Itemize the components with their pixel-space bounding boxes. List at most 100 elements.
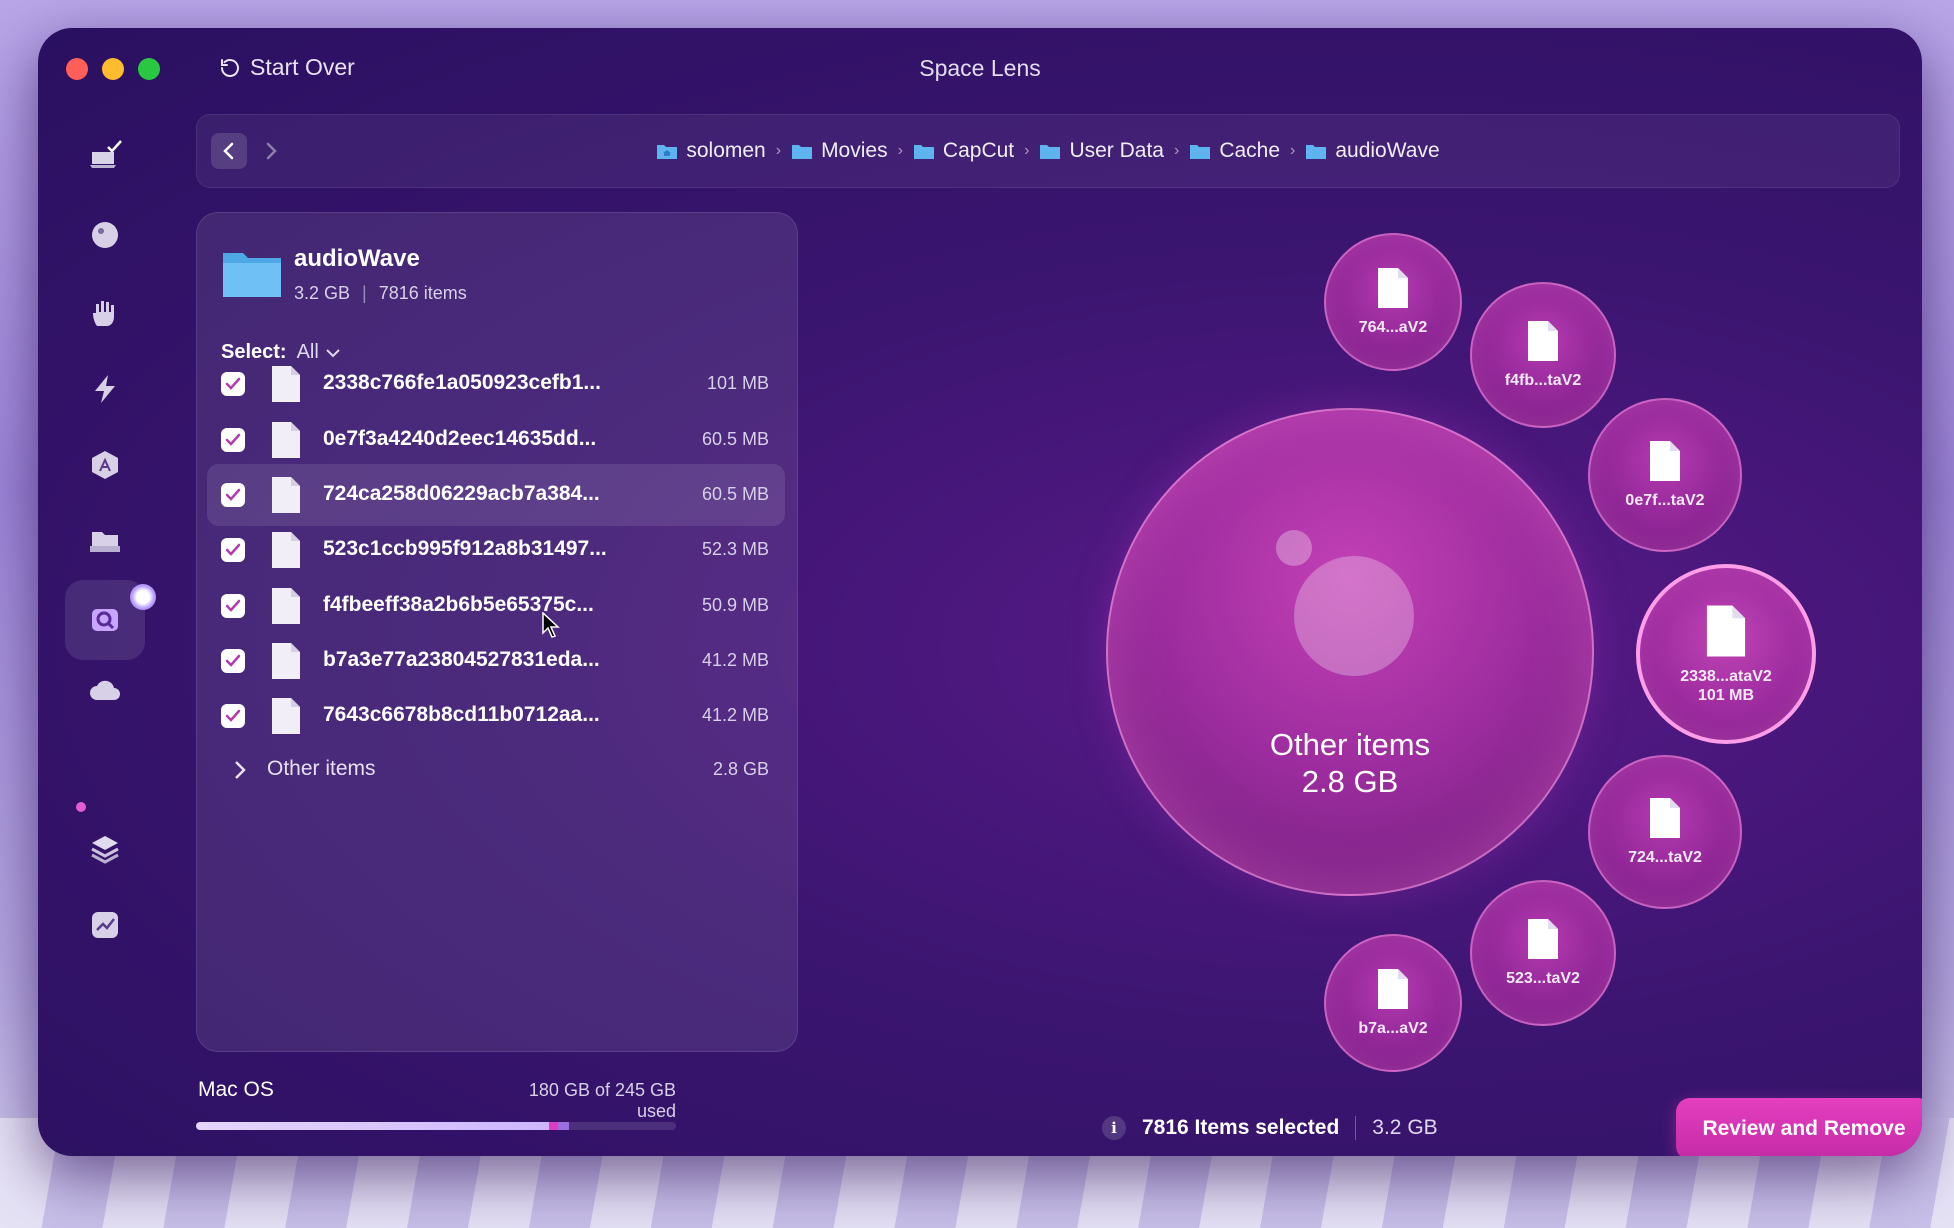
checkmark-icon [225,599,241,612]
file-list-panel: audioWave 3.2 GB | 7816 items Select: Al… [196,212,798,1052]
disk-usage-text: 180 GB of 245 GB used [528,1080,676,1121]
breadcrumb-label: CapCut [942,139,1015,162]
file-row[interactable]: b7a3e77a23804527831eda... 41.2 MB [207,630,785,692]
document-icon [272,477,300,513]
path-bar: solomen › Movies › CapCut › User Data › … [196,114,1900,188]
checkmark-icon [225,709,241,722]
file-bubble[interactable]: 764...aV2 [1324,233,1462,371]
other-items-size: 2.8 GB [712,759,769,779]
breadcrumb-item[interactable]: solomen [656,139,766,163]
breadcrumb-item[interactable]: User Data [1039,139,1164,163]
bubble-label: 2338...ataV2 101 MB [1680,667,1772,705]
document-icon [1650,441,1680,482]
file-checkbox[interactable] [221,649,245,673]
file-bubble-selected[interactable]: 2338...ataV2 101 MB [1636,564,1816,744]
breadcrumb: solomen › Movies › CapCut › User Data › … [197,139,1899,163]
file-name: 7643c6678b8cd11b0712aa... [323,703,600,726]
breadcrumb-item[interactable]: Cache [1189,139,1280,163]
file-row[interactable]: 523c1ccb995f912a8b31497... 52.3 MB [207,519,785,581]
file-row[interactable]: 0e7f3a4240d2eec14635dd... 60.5 MB [207,409,785,471]
sidebar-item-protection[interactable] [80,288,130,338]
other-items-row[interactable]: Other items 2.8 GB [207,739,785,801]
file-checkbox[interactable] [221,538,245,562]
file-checkbox[interactable] [221,428,245,452]
breadcrumb-separator: › [775,142,782,159]
app-window: Start Over Space Lens solomen › Movies ›… [38,28,1922,1156]
disk-usage-fill [196,1122,549,1130]
sidebar-item-my-clutter[interactable] [80,516,130,566]
disk-name: Mac OS [198,1078,274,1101]
file-size: 52.3 MB [701,539,769,559]
folder-icon [223,253,281,297]
breadcrumb-separator: › [897,142,903,159]
sidebar-item-assistant[interactable] [80,824,130,874]
breadcrumb-item[interactable]: Movies [791,139,888,163]
breadcrumb-label: solomen [686,139,766,162]
file-checkbox[interactable] [221,704,245,728]
file-row[interactable]: 2338c766fe1a050923cefb1... 101 MB [207,353,785,415]
file-row[interactable]: 724ca258d06229acb7a384... 60.5 MB [207,464,785,526]
document-icon [272,588,300,624]
disk-other-fill [558,1122,569,1130]
file-row[interactable]: 7643c6678b8cd11b0712aa... 41.2 MB [207,685,785,747]
file-bubble[interactable]: 0e7f...taV2 [1588,398,1742,552]
sidebar-item-monitor[interactable] [80,900,130,950]
file-size: 41.2 MB [701,650,769,670]
info-icon[interactable]: i [1102,1116,1126,1140]
other-items-label: Other items [267,757,376,780]
document-icon [1378,268,1408,309]
folder-title: audioWave [294,245,420,272]
sidebar-item-cleanup[interactable] [80,210,130,260]
bubble-size: 2.8 GB [1301,764,1399,800]
breadcrumb-separator: › [1173,142,1180,159]
file-checkbox[interactable] [221,372,245,396]
breadcrumb-item-current[interactable]: audioWave [1305,139,1440,163]
sidebar [38,118,168,1156]
file-bubble[interactable]: 724...taV2 [1588,755,1742,909]
stack-layers-icon [91,836,119,864]
applications-icon [92,451,118,479]
sidebar-item-smart-care[interactable] [80,130,130,180]
file-bubble[interactable]: 523...taV2 [1470,880,1616,1026]
bubble-label: f4fb...taV2 [1504,372,1582,390]
space-lens-badge-icon [130,584,156,610]
sidebar-item-performance[interactable] [80,364,130,414]
file-name: b7a3e77a23804527831eda... [323,648,600,671]
review-and-remove-button[interactable]: Review and Remove [1676,1098,1922,1156]
file-bubble[interactable]: f4fb...taV2 [1470,282,1616,428]
document-icon [272,643,300,679]
file-checkbox[interactable] [221,594,245,618]
bubble-highlight [1294,556,1414,676]
folder-tray-icon [90,532,120,552]
file-bubble[interactable]: b7a...aV2 [1324,934,1462,1072]
bubble-title: Other items [1269,727,1431,762]
breadcrumb-item[interactable]: CapCut [913,139,1014,163]
window-title: Space Lens [919,55,1041,81]
document-icon [272,698,300,734]
hand-privacy-icon [93,301,114,326]
folder-icon [1306,145,1327,159]
bubble-label: 0e7f...taV2 [1625,492,1705,510]
checkmark-icon [225,654,241,667]
selection-status: i 7816 Items selected 3.2 GB [1102,1116,1438,1140]
breadcrumb-label: User Data [1069,139,1164,162]
folder-meta: 3.2 GB | 7816 items [294,283,467,304]
folder-size: 3.2 GB [294,283,351,303]
sidebar-item-cloud[interactable] [80,666,130,716]
breadcrumb-separator: › [1024,142,1030,159]
checkmark-icon [225,543,241,556]
selected-count: 7816 Items selected [1142,1116,1340,1139]
folder-icon [1040,145,1061,159]
folder-item-count: 7816 items [378,283,467,303]
other-items-bubble[interactable]: Other items 2.8 GB [1106,408,1594,896]
file-size: 50.9 MB [701,595,769,615]
file-checkbox[interactable] [221,483,245,507]
file-name: 0e7f3a4240d2eec14635dd... [323,427,597,450]
breadcrumb-label: Cache [1219,139,1281,162]
sidebar-item-applications[interactable] [80,440,130,490]
document-icon [1650,798,1680,839]
checkmark-icon [225,433,241,446]
file-row[interactable]: f4fbeeff38a2b6b5e65375c... 50.9 MB [207,575,785,637]
document-icon [1528,321,1558,362]
bubble-label: 764...aV2 [1358,319,1428,337]
